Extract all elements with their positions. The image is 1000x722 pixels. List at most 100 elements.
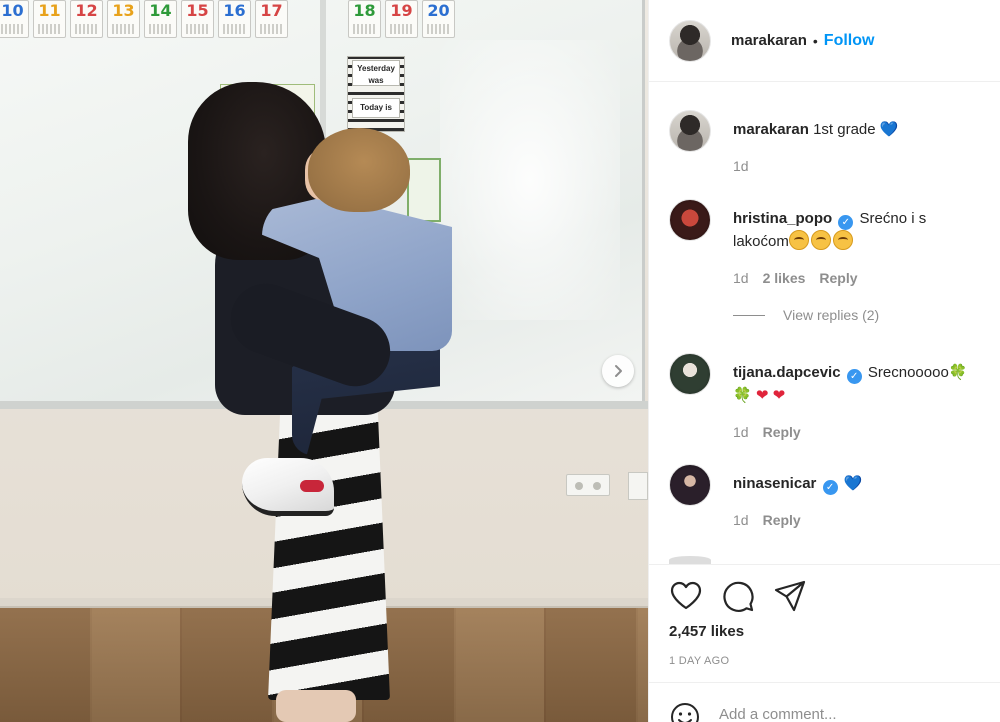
number-card-dots — [148, 24, 173, 34]
avatar[interactable] — [669, 353, 711, 395]
comment-username[interactable]: tijana.dapcevic — [733, 364, 841, 381]
number-card: 18 — [348, 0, 381, 38]
number-card-dots — [259, 24, 284, 34]
number-card: 20 — [422, 0, 455, 38]
reply-button[interactable]: Reply — [819, 267, 857, 290]
next-photo-button[interactable] — [602, 355, 634, 387]
avatar[interactable] — [669, 464, 711, 506]
add-comment-bar — [649, 682, 1000, 722]
reply-button[interactable]: Reply — [763, 421, 801, 444]
number-card-label: 19 — [390, 1, 413, 20]
number-card-dots — [426, 24, 451, 34]
comment-input[interactable] — [719, 706, 959, 722]
emoji-face-icon — [788, 230, 809, 250]
number-card-label: 16 — [223, 1, 246, 20]
comment-icon[interactable] — [721, 579, 755, 613]
number-card: 19 — [385, 0, 418, 38]
divider-line — [733, 314, 765, 316]
post-actions: 2,457 likes 1 DAY AGO — [649, 564, 1000, 682]
number-card-label: 11 — [38, 1, 61, 20]
emoji-face-icon — [832, 230, 853, 250]
comment-item: hristina_popo ✓ Srećno i s lakoćom 1d 2 … — [669, 199, 989, 290]
caption-time[interactable]: 1d — [733, 155, 749, 178]
partial-avatar — [669, 556, 711, 564]
post-side-panel: marakaran • Follow marakaran 1st grade 💙… — [648, 0, 1000, 722]
number-card-dots — [352, 24, 377, 34]
number-card: 13 — [107, 0, 140, 38]
comment-time[interactable]: 1d — [733, 421, 749, 444]
caption-username[interactable]: marakaran — [733, 121, 809, 138]
number-card-label: 14 — [149, 1, 172, 20]
paper-plane-icon[interactable] — [773, 579, 807, 613]
blue-heart-icon: 💙 — [879, 120, 899, 138]
comment-time[interactable]: 1d — [733, 267, 749, 290]
comment-time[interactable]: 1d — [733, 509, 749, 532]
number-card-dots — [389, 24, 414, 34]
post-time[interactable]: 1 DAY AGO — [669, 655, 729, 667]
number-card: 11 — [33, 0, 66, 38]
post-header: marakaran • Follow — [649, 0, 1000, 82]
separator-dot: • — [812, 32, 818, 49]
wall-socket — [566, 474, 610, 496]
blue-heart-icon: 💙 — [843, 474, 863, 492]
number-card-label: 10 — [1, 1, 24, 20]
red-heart-icon: ❤ — [755, 386, 769, 404]
calendar-poster-yesterday: Yesterday was — [352, 60, 400, 86]
number-card: 16 — [218, 0, 251, 38]
striped-skirt — [268, 410, 390, 700]
number-card-dots — [111, 24, 136, 34]
number-card-label: 13 — [112, 1, 135, 20]
poster-yesterday-text: Yesterday was — [357, 64, 395, 85]
number-card-dots — [74, 24, 99, 34]
avatar[interactable] — [669, 199, 711, 241]
number-card: 15 — [181, 0, 214, 38]
view-replies-label: View replies (2) — [783, 307, 880, 323]
caption-item: marakaran 1st grade 💙 1d — [669, 110, 989, 178]
caption-text: 1st grade — [813, 121, 876, 138]
wall-socket-side — [628, 472, 648, 500]
number-card-dots — [185, 24, 210, 34]
number-card-label: 20 — [427, 1, 450, 20]
post-photo[interactable]: 10 11 12 13 14 15 16 17 18 19 20 Yesterday was To… — [0, 0, 648, 722]
comment-item: ninasenicar ✓ 💙 1d Reply — [669, 464, 989, 532]
verified-badge-icon: ✓ — [846, 369, 862, 384]
number-card: 12 — [70, 0, 103, 38]
number-card-label: 17 — [260, 1, 283, 20]
comments-list[interactable]: marakaran 1st grade 💙 1d hristina_popo ✓… — [649, 82, 1000, 564]
number-card-label: 12 — [75, 1, 98, 20]
number-card: 14 — [144, 0, 177, 38]
comment-text: Srećno i s — [859, 210, 927, 227]
comment-text: Srecnooooo — [867, 364, 949, 381]
number-card-dots — [37, 24, 62, 34]
comment-item: tijana.dapcevic ✓ Srecnooooo🍀 🍀 ❤ ❤ 1d R… — [669, 353, 989, 444]
header-username[interactable]: marakaran — [731, 32, 807, 49]
smiley-icon[interactable] — [669, 701, 701, 722]
verified-badge-icon: ✓ — [822, 480, 838, 495]
calendar-poster-today: Today is — [352, 98, 400, 118]
clover-icon: 🍀 — [948, 363, 968, 381]
number-cards-right: 18 19 20 — [348, 0, 455, 38]
follow-button[interactable]: Follow — [824, 32, 875, 50]
heart-icon[interactable] — [669, 579, 703, 613]
number-card-dots — [222, 24, 247, 34]
view-replies-button[interactable]: View replies (2) — [733, 307, 879, 323]
avatar[interactable] — [669, 110, 711, 152]
comment-username[interactable]: hristina_popo — [733, 210, 832, 227]
number-card: 10 — [0, 0, 29, 38]
likes-count[interactable]: 2,457 likes — [669, 623, 744, 640]
number-cards-left: 10 11 12 13 14 15 16 17 — [0, 0, 288, 38]
clover-icon: 🍀 — [733, 386, 752, 404]
comment-username[interactable]: ninasenicar — [733, 475, 816, 492]
number-card-dots — [0, 24, 25, 34]
sneaker — [242, 458, 334, 516]
number-card: 17 — [255, 0, 288, 38]
comment-likes[interactable]: 2 likes — [763, 267, 806, 290]
avatar[interactable] — [669, 19, 711, 62]
number-card-label: 18 — [353, 1, 376, 20]
comment-text-line2: lakoćom — [733, 233, 789, 250]
emoji-face-icon — [810, 230, 831, 250]
boy-hair — [308, 128, 410, 212]
poster-today-text: Today is — [360, 103, 392, 112]
reply-button[interactable]: Reply — [763, 509, 801, 532]
picture-card — [407, 158, 441, 222]
